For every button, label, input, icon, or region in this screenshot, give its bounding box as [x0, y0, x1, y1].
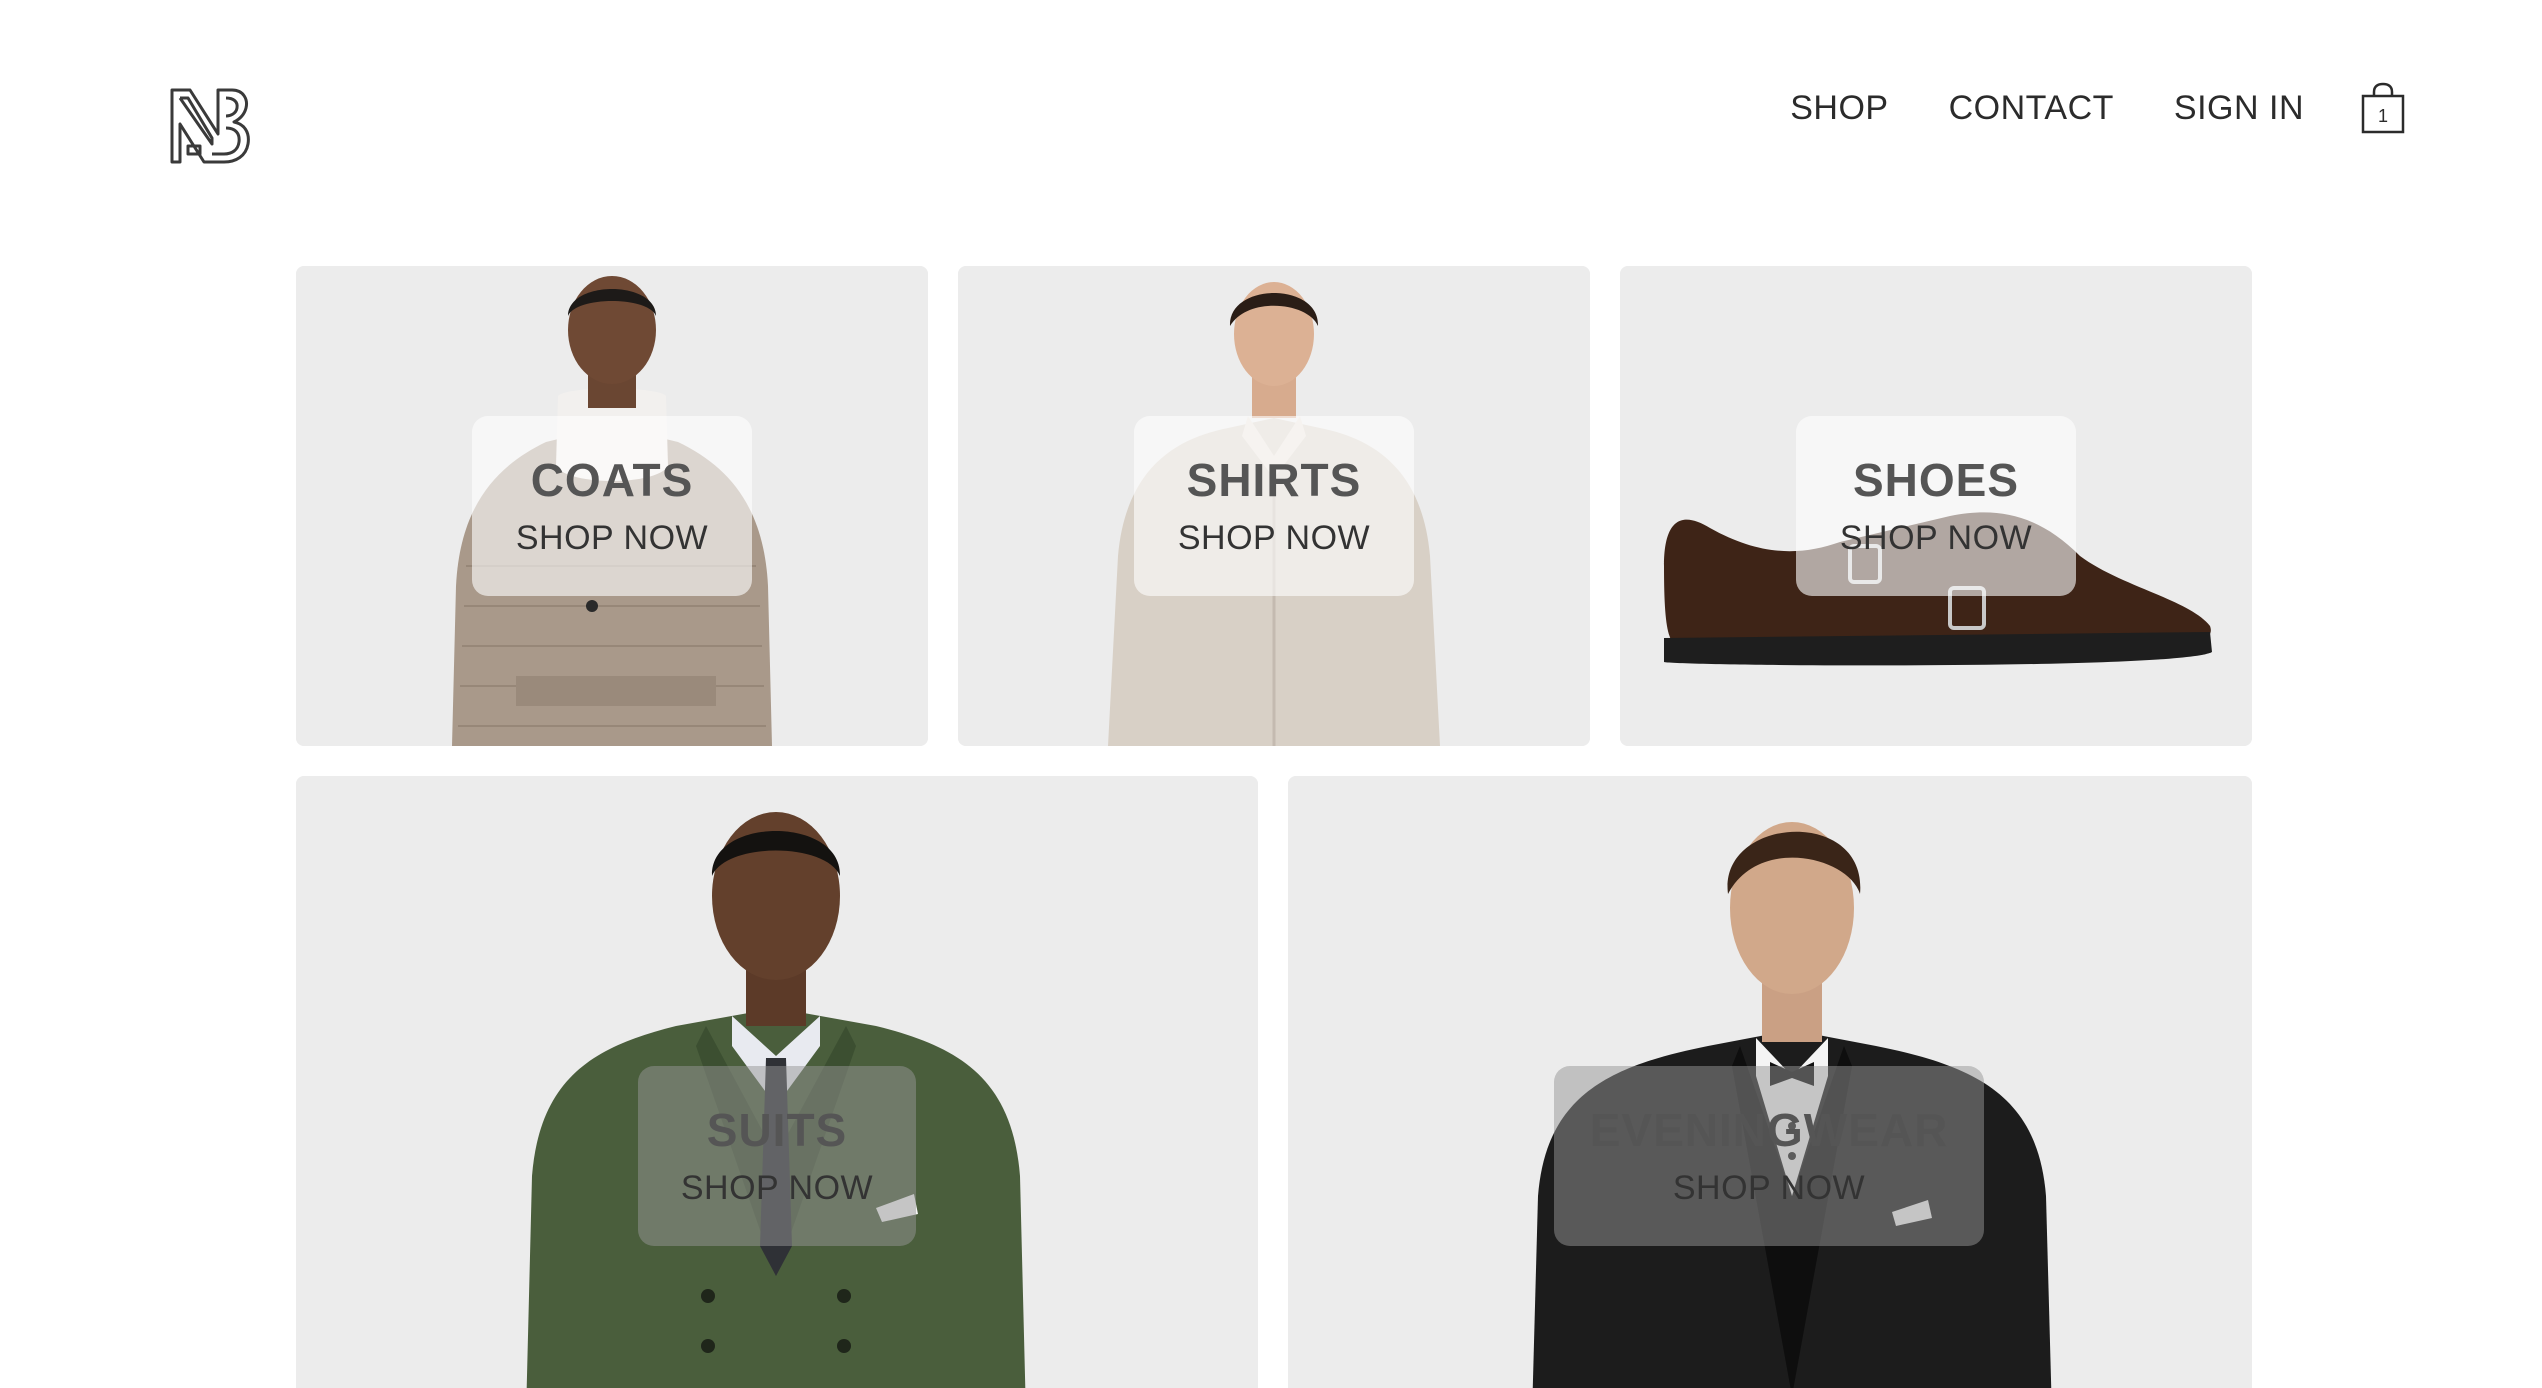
category-tile-suits[interactable]: SUITS SHOP NOW [296, 776, 1258, 1388]
shop-now-link[interactable]: SHOP NOW [681, 1171, 873, 1205]
category-tile-eveningwear[interactable]: EVENINGWEAR SHOP NOW [1288, 776, 2252, 1388]
category-label-shirts: SHIRTS SHOP NOW [1134, 416, 1414, 596]
nav-shop-link[interactable]: SHOP [1790, 89, 1888, 128]
shop-now-link[interactable]: SHOP NOW [1840, 521, 2032, 555]
main-nav: SHOP CONTACT SIGN IN 1 [1790, 82, 2406, 134]
category-label-suits: SUITS SHOP NOW [638, 1066, 916, 1246]
category-label-shoes: SHOES SHOP NOW [1796, 416, 2076, 596]
category-tile-shoes[interactable]: SHOES SHOP NOW [1620, 266, 2252, 746]
nav-contact-link[interactable]: CONTACT [1949, 89, 2114, 128]
nav-sign-in-link[interactable]: SIGN IN [2174, 89, 2304, 128]
shop-now-link[interactable]: SHOP NOW [1673, 1171, 1865, 1205]
category-title: SHIRTS [1186, 454, 1362, 506]
category-title: EVENINGWEAR [1589, 1104, 1949, 1156]
cart-button[interactable]: 1 [2360, 82, 2406, 134]
shop-now-link[interactable]: SHOP NOW [516, 521, 708, 555]
category-tile-shirts[interactable]: SHIRTS SHOP NOW [958, 266, 1590, 746]
category-title: SHOES [1852, 454, 2020, 506]
nb-monogram-logo[interactable] [168, 84, 252, 168]
category-label-coats: COATS SHOP NOW [472, 416, 752, 596]
cart-count: 1 [2377, 106, 2388, 126]
category-tile-coats[interactable]: COATS SHOP NOW [296, 266, 928, 746]
category-label-eveningwear: EVENINGWEAR SHOP NOW [1554, 1066, 1984, 1246]
category-title: COATS [530, 454, 694, 506]
category-title: SUITS [706, 1104, 848, 1156]
shop-now-link[interactable]: SHOP NOW [1178, 521, 1370, 555]
page: SHOP CONTACT SIGN IN 1 COATS SHOP NOW SH… [0, 0, 2542, 1388]
